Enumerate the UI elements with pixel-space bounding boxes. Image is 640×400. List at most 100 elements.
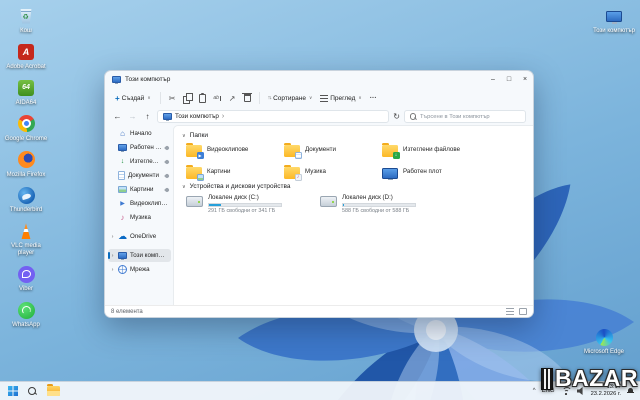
desktop-icon-label: Adobe Acrobat: [6, 64, 45, 71]
drive-free-space: 291 ГБ свободни от 341 ГБ: [208, 208, 282, 214]
divider: [259, 92, 260, 104]
paste-button[interactable]: [196, 91, 209, 105]
viber-icon: [15, 263, 37, 285]
documents-folder-icon: [284, 145, 300, 157]
details-view-toggle-icon[interactable]: [506, 308, 514, 315]
desktop-icon-firefox[interactable]: Mozilla Firefox: [2, 149, 50, 179]
this-pc-icon: [112, 76, 121, 83]
tray-date: 23.2.2026 г.: [591, 391, 621, 398]
devices-section-header[interactable]: ∨ Устройства и дискови устройства: [182, 183, 527, 190]
desktop-icon-whatsapp[interactable]: WhatsApp: [2, 299, 50, 329]
close-button[interactable]: ×: [517, 71, 533, 88]
folder-tile-downloads[interactable]: Изтеглени файлове: [380, 142, 476, 158]
desktop-icon-acrobat[interactable]: Adobe Acrobat: [2, 41, 50, 71]
taskbar-search-button[interactable]: [27, 386, 38, 397]
downloads-folder-icon: [382, 145, 398, 157]
videos-folder-icon: [186, 145, 202, 157]
edge-icon: [593, 326, 615, 348]
expand-chevron-icon[interactable]: ›: [110, 267, 115, 273]
view-button[interactable]: Преглед ∨: [317, 93, 364, 104]
sidebar-item-desktop[interactable]: Работен плот: [108, 141, 171, 154]
drive-free-space: 588 ГБ свободни от 588 ГБ: [342, 208, 416, 214]
downloads-icon: [118, 157, 127, 166]
thunderbird-icon: [15, 184, 37, 206]
forward-button[interactable]: →: [127, 112, 138, 121]
share-button[interactable]: [226, 91, 239, 105]
hard-drive-icon: [320, 196, 337, 207]
sidebar-item-network[interactable]: › Мрежа: [108, 263, 171, 276]
cut-button[interactable]: [166, 91, 179, 105]
expand-chevron-icon[interactable]: ›: [110, 234, 115, 240]
hard-drive-icon: [186, 196, 203, 207]
breadcrumb-item[interactable]: Този компютър: [175, 113, 219, 120]
pin-icon: [164, 187, 170, 193]
folder-tile-music[interactable]: Музика: [282, 164, 378, 180]
new-button-label: Създай: [122, 95, 145, 102]
copy-button[interactable]: [181, 91, 194, 105]
start-button[interactable]: [8, 386, 18, 396]
expand-chevron-icon[interactable]: ›: [110, 253, 115, 259]
address-bar: ← → ↑ Този компютър › ↻: [105, 108, 533, 125]
up-button[interactable]: ↑: [142, 112, 153, 121]
tray-overflow-chevron[interactable]: ^: [533, 388, 536, 394]
desktop-icon-recycle-bin[interactable]: Кош: [2, 5, 50, 35]
pin-icon: [164, 159, 170, 165]
sidebar-item-home[interactable]: Начало: [108, 127, 171, 140]
desktop-icon-this-pc[interactable]: Този компютър: [590, 5, 638, 35]
more-options-button[interactable]: ···: [367, 95, 380, 102]
folders-section-header[interactable]: ∨ Папки: [182, 132, 527, 139]
delete-button[interactable]: [241, 91, 254, 105]
desktop-icon-viber[interactable]: Viber: [2, 263, 50, 293]
large-icons-view-toggle-icon[interactable]: [519, 308, 527, 315]
refresh-button[interactable]: ↻: [393, 112, 400, 121]
desktop-icon-vlc[interactable]: VLC media player: [2, 220, 50, 257]
vlc-icon: [15, 220, 37, 242]
new-button[interactable]: + Създай ∨: [111, 92, 155, 105]
title-bar[interactable]: Този компютър – □ ×: [105, 71, 533, 88]
folder-tile-videos[interactable]: Видеоклипове: [184, 142, 280, 158]
this-pc-icon: [163, 113, 172, 120]
desktop-icon-aida64[interactable]: AIDA64: [2, 77, 50, 107]
folders-grid: Видеоклипове Документи Изтеглени файлове…: [184, 142, 527, 180]
scissors-icon: [169, 94, 176, 103]
desktop-icon-edge[interactable]: Microsoft Edge: [580, 326, 628, 356]
command-bar: + Създай ∨ ab ↑↓ Сортиране ∨ Преглед ∨: [105, 88, 533, 108]
whatsapp-icon: [15, 299, 37, 321]
folder-tile-pictures[interactable]: Картини: [184, 164, 280, 180]
search-input[interactable]: [420, 114, 521, 120]
drive-tile-c[interactable]: Локален диск (C:) 291 ГБ свободни от 341…: [184, 193, 312, 215]
file-explorer-taskbar-button[interactable]: [47, 386, 60, 396]
desktop-icon-label: Mozilla Firefox: [7, 172, 46, 179]
trash-icon: [244, 94, 251, 102]
desktop-icon-chrome[interactable]: Google Chrome: [2, 113, 50, 143]
sidebar-item-this-pc[interactable]: › Този компютър: [108, 249, 171, 262]
sidebar-item-downloads[interactable]: Изтеглени файлове: [108, 155, 171, 168]
this-pc-icon: [118, 251, 127, 260]
drive-usage-bar: [342, 203, 416, 207]
sidebar-item-music[interactable]: Музика: [108, 211, 171, 224]
music-icon: [118, 213, 127, 222]
sidebar-item-pictures[interactable]: Картини: [108, 183, 171, 196]
drive-tile-d[interactable]: Локален диск (D:) 588 ГБ свободни от 588…: [318, 193, 446, 215]
maximize-button[interactable]: □: [501, 71, 517, 88]
search-icon: [409, 113, 417, 121]
minimize-button[interactable]: –: [485, 71, 501, 88]
sort-button-label: Сортиране: [273, 95, 306, 102]
caption-buttons: – □ ×: [485, 71, 533, 88]
sidebar-item-videos[interactable]: Видеоклипове: [108, 197, 171, 210]
rename-button[interactable]: ab: [211, 91, 224, 105]
desktop-icon-thunderbird[interactable]: Thunderbird: [2, 184, 50, 214]
folder-tile-desktop[interactable]: Работен плот: [380, 164, 476, 180]
back-button[interactable]: ←: [112, 112, 123, 121]
chrome-icon: [15, 113, 37, 135]
pictures-folder-icon: [186, 167, 202, 179]
breadcrumb[interactable]: Този компютър ›: [157, 110, 389, 123]
search-box[interactable]: [404, 110, 526, 123]
watermark-barcode: [541, 368, 553, 390]
recycle-bin-icon: [15, 5, 37, 27]
folder-tile-documents[interactable]: Документи: [282, 142, 378, 158]
drive-usage-bar: [208, 203, 282, 207]
sidebar-item-documents[interactable]: Документи: [108, 169, 171, 182]
sort-button[interactable]: ↑↓ Сортиране ∨: [265, 93, 316, 104]
sidebar-item-onedrive[interactable]: › OneDrive: [108, 230, 171, 243]
